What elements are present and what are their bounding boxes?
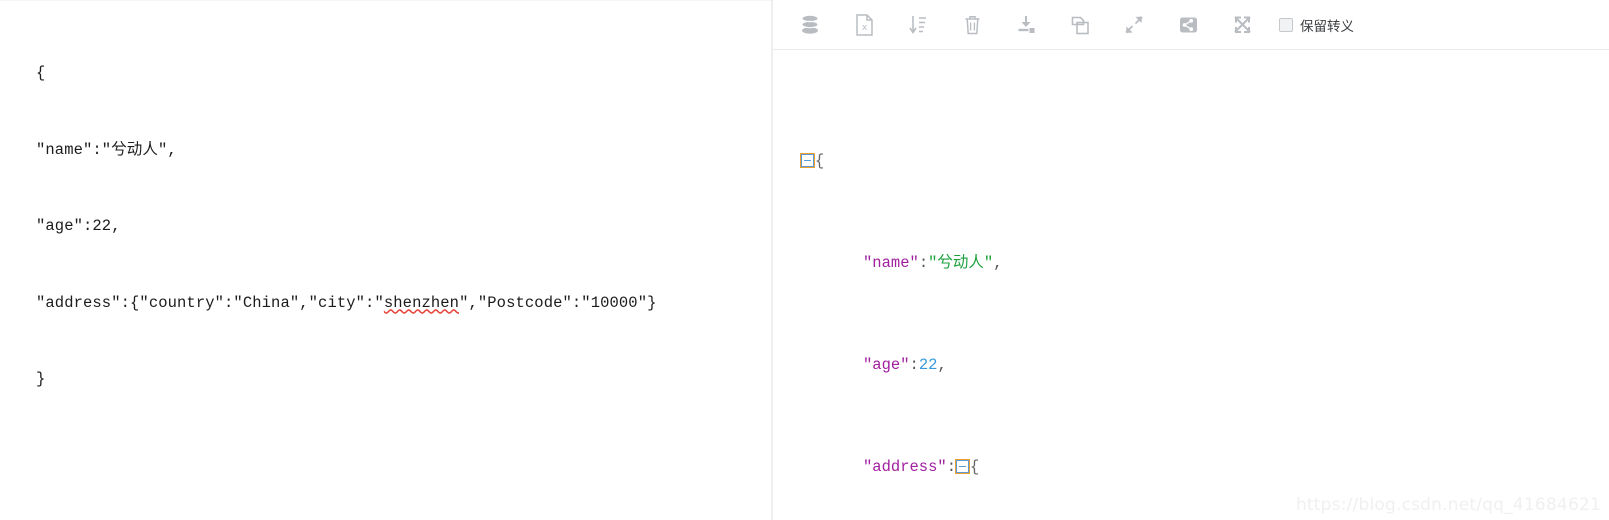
value-age: 22 [918, 355, 938, 374]
editor-line-name: "name":"兮动人", [36, 140, 177, 159]
root-open-brace: { [815, 151, 825, 170]
editor-line-open-brace: { [36, 64, 46, 82]
database-icon [800, 14, 820, 36]
excel-file-icon: x [855, 13, 874, 36]
delete-button[interactable] [953, 8, 991, 42]
key-name: "name" [863, 253, 919, 272]
address-suffix-text: ","Postcode":"10000"} [459, 293, 657, 312]
expand-all-button[interactable] [1223, 8, 1261, 42]
json-formatter-app: { "name":"兮动人", "age":22, "address":{"co… [0, 0, 1609, 520]
key-address: "address" [863, 457, 947, 476]
formatted-json-pane: x 保留转义 {"name":"兮动人", "age":22, "addres… [773, 0, 1609, 520]
expand-icon [1232, 14, 1253, 36]
tree-root-open: { [800, 149, 1609, 175]
share-icon [1178, 14, 1199, 36]
collapse-all-button[interactable] [1115, 8, 1153, 42]
collapse-icon [1124, 14, 1144, 36]
database-button[interactable] [791, 8, 829, 42]
tree-node-age: "age":22, [801, 353, 1609, 379]
watermark: https://blog.csdn.net/qq_41684621 [1295, 495, 1601, 515]
download-button[interactable] [1007, 8, 1045, 42]
keep-escape-label: 保留转义 [1300, 18, 1354, 35]
address-open-brace: { [970, 457, 980, 476]
comma-age: , [937, 355, 947, 374]
json-tree-view: { "name":"兮动人", "age":22, "address":{ "c… [773, 50, 1609, 520]
copy-button[interactable] [1061, 8, 1099, 42]
keep-escape-checkbox[interactable]: 保留转义 [1279, 15, 1354, 35]
comma-name: , [993, 253, 1003, 272]
colon-name: : [918, 253, 929, 272]
editor-line-address: "address":{"country":"China","city":"she… [36, 291, 771, 317]
share-button[interactable] [1169, 8, 1207, 42]
trash-icon [963, 14, 982, 36]
misspelled-word: shenzhen [383, 293, 460, 312]
copy-icon [1070, 14, 1091, 36]
editor-line-age: "age":22, [36, 217, 121, 235]
tree-node-name: "name":"兮动人", [801, 251, 1609, 277]
sort-button[interactable] [899, 8, 937, 42]
colon-age: : [909, 355, 919, 374]
fold-toggle-root[interactable] [800, 153, 815, 169]
download-icon [1016, 14, 1037, 36]
address-prefix-text: "address":{"country":"China","city":" [36, 293, 384, 312]
checkbox-box[interactable] [1279, 17, 1293, 32]
sort-ascending-icon [908, 14, 928, 36]
excel-export-button[interactable]: x [845, 8, 883, 42]
raw-json-text[interactable]: { "name":"兮动人", "age":22, "address":{"co… [0, 0, 771, 444]
key-age: "age" [863, 355, 910, 374]
editor-line-close-brace: } [36, 370, 46, 388]
raw-json-editor-pane[interactable]: { "name":"兮动人", "age":22, "address":{"co… [0, 0, 773, 520]
toolbar: x 保留转义 [773, 0, 1609, 50]
value-name: "兮动人" [928, 253, 994, 272]
svg-text:x: x [861, 23, 867, 33]
fold-toggle-address[interactable] [955, 459, 971, 475]
tree-node-address: "address": { [801, 455, 1609, 481]
colon-address: : [946, 457, 957, 476]
